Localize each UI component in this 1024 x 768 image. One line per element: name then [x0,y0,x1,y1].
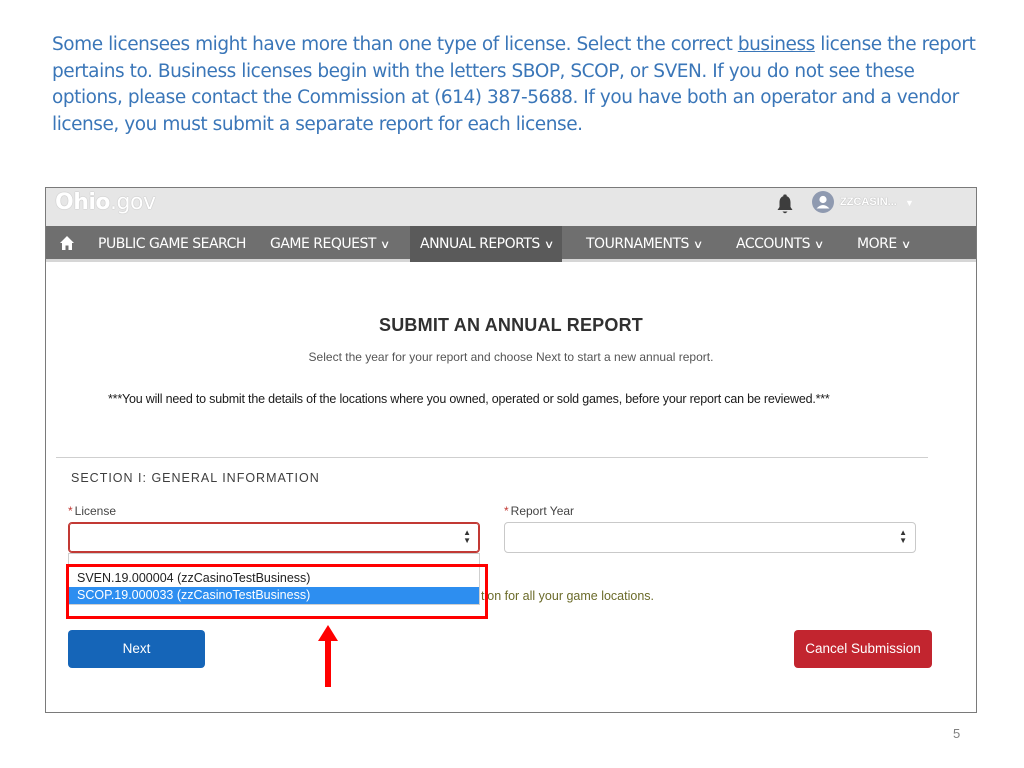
select-arrows-icon: ▲ ▼ [899,528,907,545]
bell-icon[interactable] [775,194,795,216]
section-divider [56,457,928,458]
cancel-submission-button[interactable]: Cancel Submission [794,630,932,668]
page-subtitle: Select the year for your report and choo… [308,350,714,364]
nav-tournaments[interactable]: TOURNAMENTS ∨ [576,226,712,262]
required-marker: * [504,504,509,518]
next-button[interactable]: Next [68,630,205,668]
chevron-down-icon: ∨ [813,238,824,251]
caret-down-icon[interactable]: ▼ [905,198,914,208]
red-arrow-icon [318,625,338,687]
instruction-text: Some licensees might have more than one … [52,34,976,135]
nav-accounts[interactable]: ACCOUNTS ∨ [726,226,833,262]
license-select[interactable]: ▲ ▼ [68,522,480,553]
main-navigation: PUBLIC GAME SEARCH GAME REQUEST ∨ ANNUAL … [46,226,976,262]
slide-page-number: 5 [953,726,961,741]
partial-hint-text: tion for all your game locations. [481,589,655,603]
locations-notice: ***You will need to submit the details o… [108,392,830,406]
nav-annual-reports[interactable]: ANNUAL REPORTS ∨ [410,226,563,262]
chevron-down-icon: ∨ [543,238,554,251]
required-marker: * [68,504,73,518]
chevron-down-icon: ∨ [900,238,911,251]
user-avatar-icon[interactable] [812,191,834,213]
highlight-box [66,564,488,619]
page-title: SUBMIT AN ANNUAL REPORT [379,315,643,335]
section-title: SECTION I: GENERAL INFORMATION [71,471,320,485]
chevron-down-icon: ∨ [379,238,390,251]
report-year-label: * Report Year [504,504,575,518]
business-emphasis: business [737,34,815,55]
chevron-down-icon: ∨ [692,238,703,251]
user-menu-name[interactable]: ZZCASIN... [840,196,897,208]
site-header: Ohio.gov ZZCASIN... ▼ [46,188,976,226]
screenshot-frame: Ohio.gov ZZCASIN... ▼ PUBLIC GAME SEARCH… [45,187,977,713]
nav-game-request[interactable]: GAME REQUEST ∨ [260,226,399,262]
select-arrows-icon: ▲ ▼ [463,528,471,545]
ohio-gov-logo[interactable]: Ohio.gov [55,190,156,215]
home-icon[interactable] [59,235,75,251]
nav-more[interactable]: MORE ∨ [847,226,919,262]
report-year-select[interactable]: ▲ ▼ [504,522,916,553]
license-label: * License [68,504,117,518]
nav-public-game-search[interactable]: PUBLIC GAME SEARCH [88,226,256,262]
